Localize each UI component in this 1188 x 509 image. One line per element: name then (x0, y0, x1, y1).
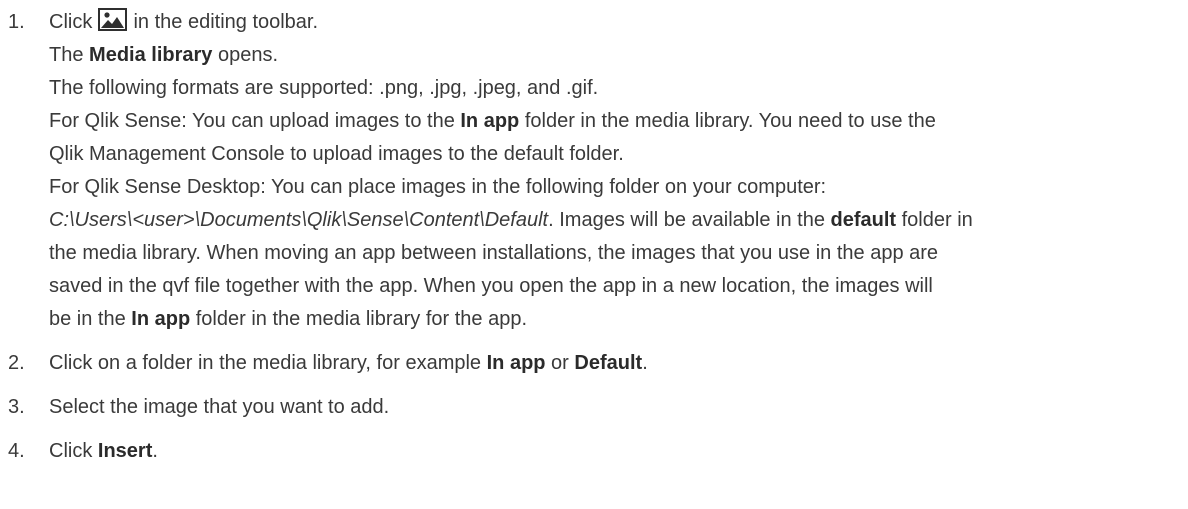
step-text: folder in (896, 209, 973, 231)
step-line: For Qlik Sense Desktop: You can place im… (49, 176, 827, 198)
step-number: 3. (8, 396, 25, 418)
step-text: For Qlik Sense: You can upload images to… (49, 110, 461, 132)
instruction-list: 1. Click in the editing toolbar. The Med… (0, 6, 1188, 468)
folder-path: C:\Users\<user>\Documents\Qlik\Sense\Con… (49, 209, 549, 231)
step-text: in the editing toolbar. (127, 11, 319, 33)
step-line: Click on a folder in the media library, … (49, 347, 1188, 380)
step-text: . Images will be available in the (548, 209, 831, 231)
step-text: The (49, 44, 90, 66)
default-term: default (830, 209, 897, 231)
step-text: opens. (212, 44, 279, 66)
step-line: C:\Users\<user>\Documents\Qlik\Sense\Con… (49, 204, 1188, 237)
list-item: 1. Click in the editing toolbar. The Med… (0, 6, 1188, 336)
step-line: The Media library opens. (49, 39, 1188, 72)
step-text: folder in the media library for the app. (190, 308, 528, 330)
step-text: Click (49, 11, 93, 33)
insert-term: Insert (97, 440, 153, 462)
list-item: 4. Click Insert. (0, 435, 1188, 468)
step-line: saved in the qvf file together with the … (49, 275, 933, 297)
step-number: 2. (8, 352, 25, 374)
step-number: 1. (8, 11, 25, 33)
step-line: Select the image that you want to add. (49, 396, 390, 418)
list-item: 2. Click on a folder in the media librar… (0, 347, 1188, 380)
step-line: For Qlik Sense: You can upload images to… (49, 105, 1188, 138)
list-item: 3. Select the image that you want to add… (0, 391, 1188, 424)
step-line: be in the In app folder in the media lib… (49, 303, 1188, 336)
step-line: The following formats are supported: .pn… (49, 77, 599, 99)
in-app-term: In app (131, 308, 191, 330)
step-line: the media library. When moving an app be… (49, 242, 939, 264)
step-text: Click (49, 440, 98, 462)
image-icon (97, 8, 127, 31)
step-text: or (545, 352, 575, 374)
step-line: Qlik Management Console to upload images… (49, 143, 624, 165)
in-app-term: In app (486, 352, 546, 374)
step-text: . (642, 352, 648, 374)
default-term: Default (574, 352, 643, 374)
step-line: Click Insert. (49, 435, 1188, 468)
media-library-term: Media library (89, 44, 213, 66)
step-number: 4. (8, 440, 25, 462)
step-text: . (152, 440, 158, 462)
step-text: folder in the media library. You need to… (519, 110, 936, 132)
step-line: Click in the editing toolbar. (49, 6, 1188, 39)
step-text: be in the (49, 308, 132, 330)
step-text: Click on a folder in the media library, … (49, 352, 487, 374)
in-app-term: In app (460, 110, 520, 132)
